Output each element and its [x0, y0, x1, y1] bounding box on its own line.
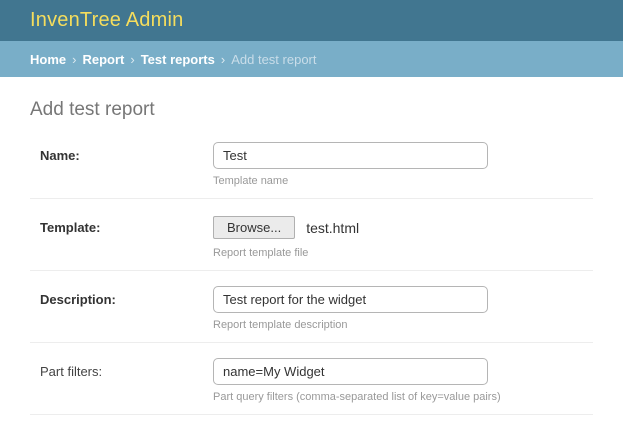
- brand-title[interactable]: InvenTree Admin: [30, 9, 183, 32]
- breadcrumb-link-home[interactable]: Home: [30, 52, 66, 67]
- name-help-text: Template name: [213, 175, 593, 187]
- breadcrumb-separator: ›: [72, 52, 76, 67]
- breadcrumb-separator: ›: [130, 52, 134, 67]
- breadcrumb-link-test-reports[interactable]: Test reports: [141, 52, 215, 67]
- breadcrumb-link-report[interactable]: Report: [82, 52, 124, 67]
- browse-button[interactable]: Browse...: [213, 216, 295, 239]
- breadcrumb-current: Add test report: [231, 52, 316, 67]
- form-row-part-filters: Part filters: Part query filters (comma-…: [30, 343, 593, 415]
- part-filters-input[interactable]: [213, 358, 488, 385]
- template-help-text: Report template file: [213, 247, 593, 259]
- breadcrumb: Home › Report › Test reports › Add test …: [0, 41, 623, 77]
- name-label: Name:: [40, 148, 80, 163]
- description-label: Description:: [40, 292, 116, 307]
- template-label: Template:: [40, 220, 100, 235]
- template-file-widget: Browse... test.html: [213, 214, 593, 241]
- part-filters-help-text: Part query filters (comma-separated list…: [213, 391, 593, 403]
- add-test-report-form: Name: Template name Template: Browse... …: [30, 127, 593, 415]
- page-title: Add test report: [30, 99, 593, 121]
- admin-header: InvenTree Admin: [0, 0, 623, 41]
- name-input[interactable]: [213, 142, 488, 169]
- description-input[interactable]: [213, 286, 488, 313]
- form-row-name: Name: Template name: [30, 127, 593, 199]
- part-filters-label: Part filters:: [40, 364, 102, 379]
- form-row-template: Template: Browse... test.html Report tem…: [30, 199, 593, 271]
- main-content: Add test report Name: Template name Temp…: [0, 99, 623, 415]
- selected-file-name: test.html: [306, 220, 359, 236]
- breadcrumb-separator: ›: [221, 52, 225, 67]
- description-help-text: Report template description: [213, 319, 593, 331]
- form-row-description: Description: Report template description: [30, 271, 593, 343]
